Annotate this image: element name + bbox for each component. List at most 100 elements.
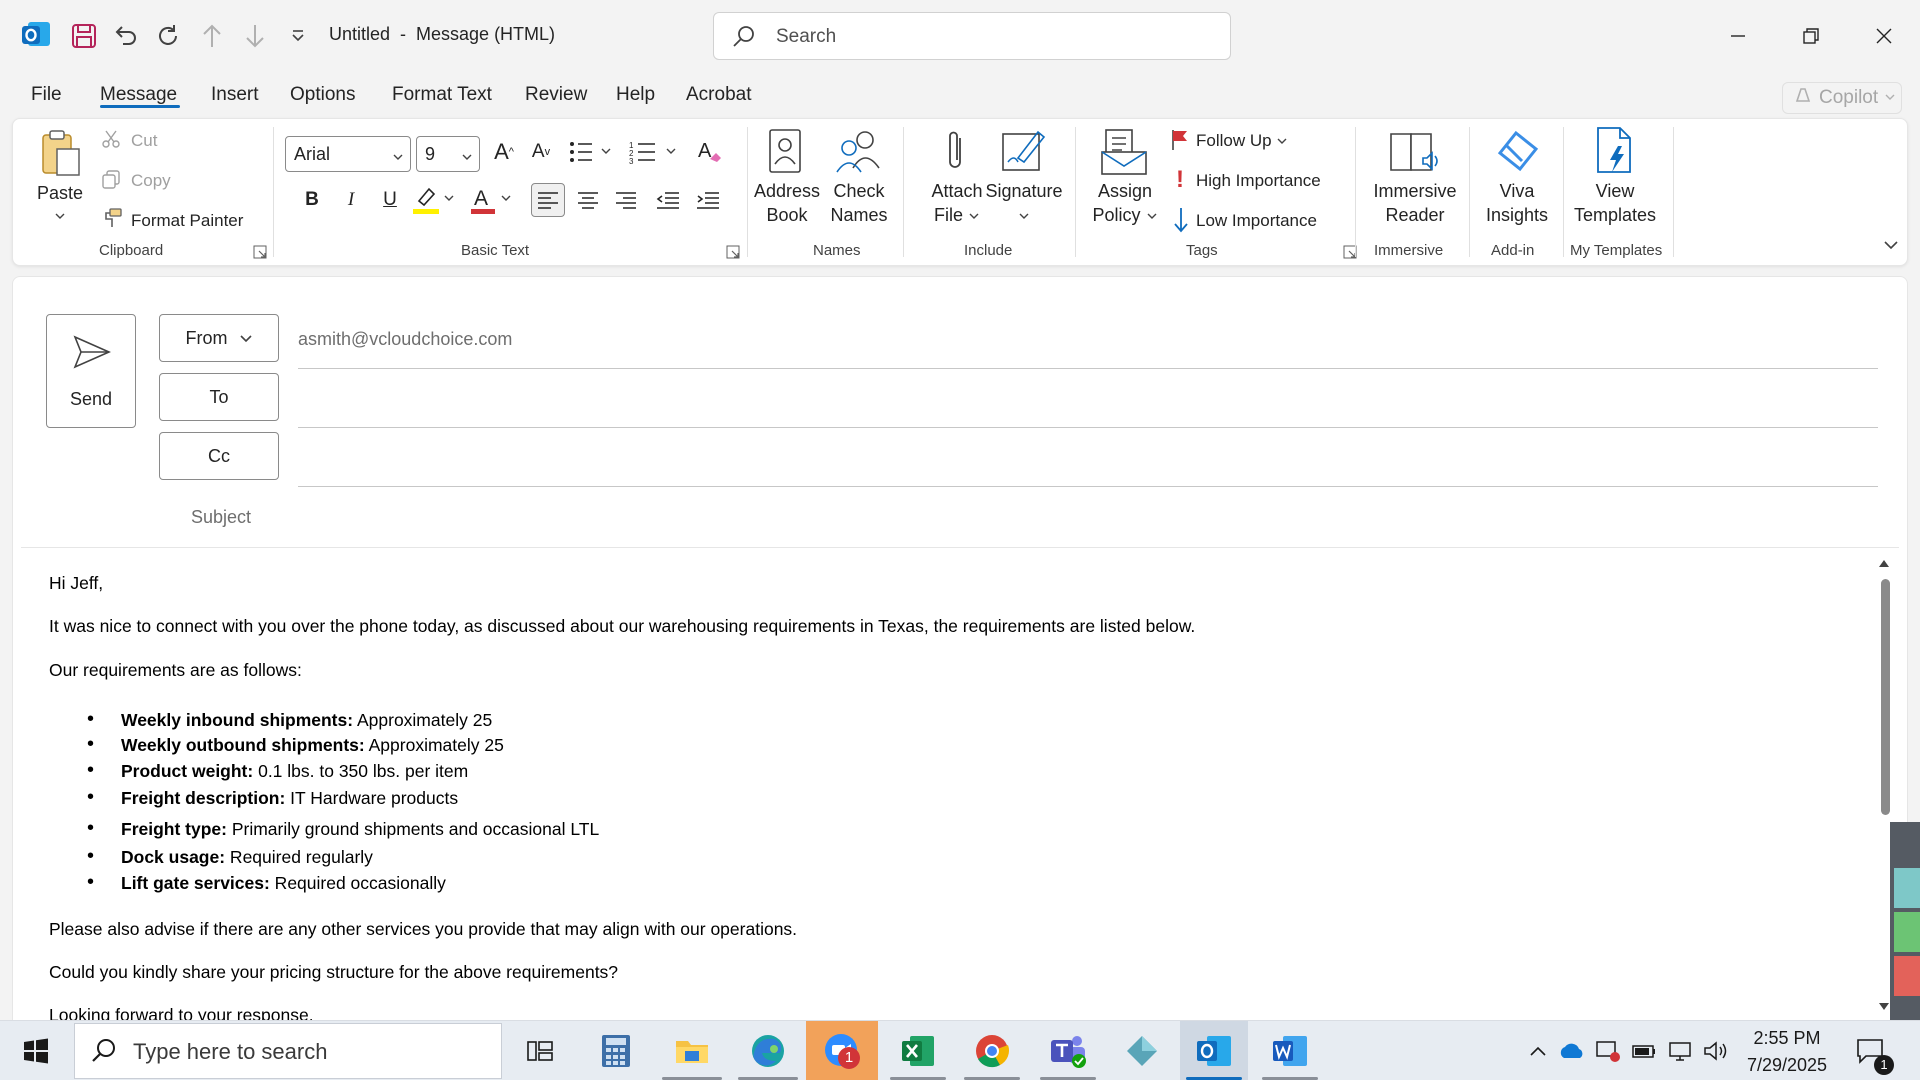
assign-policy-button[interactable]: Assign Policy [1087, 179, 1163, 227]
windows-start-icon[interactable] [14, 1029, 58, 1073]
viva-insights-button[interactable]: Viva Insights [1479, 179, 1555, 227]
save-icon[interactable] [68, 20, 100, 52]
copilot-button[interactable]: Copilot [1782, 82, 1902, 114]
scrollbar-thumb[interactable] [1881, 579, 1890, 815]
app-gem-icon[interactable] [1120, 1029, 1164, 1073]
high-importance-button[interactable]: High Importance [1196, 171, 1321, 191]
group-label-basic-text: Basic Text [461, 242, 530, 259]
volume-icon[interactable] [1702, 1037, 1730, 1065]
align-left-button[interactable] [531, 183, 565, 217]
tab-acrobat[interactable]: Acrobat [686, 84, 751, 106]
minimize-button[interactable] [1720, 18, 1756, 54]
view-templates-button[interactable]: View Templates [1569, 179, 1661, 227]
tab-review[interactable]: Review [525, 84, 587, 106]
chevron-down-icon[interactable] [53, 209, 67, 223]
battery-icon[interactable] [1630, 1037, 1658, 1065]
to-button[interactable]: To [159, 373, 279, 421]
numbering-button[interactable]: 123 [629, 137, 681, 167]
immersive-reader-label-1: Immersive [1373, 181, 1457, 201]
redo-icon[interactable] [153, 20, 185, 52]
address-book-button[interactable]: Address Book [751, 179, 823, 227]
group-label-immersive: Immersive [1374, 242, 1444, 259]
signature-button[interactable]: Signature [981, 179, 1067, 227]
word-icon[interactable] [1268, 1029, 1312, 1073]
task-view-icon[interactable] [518, 1029, 562, 1073]
follow-up-button[interactable]: Follow Up [1196, 131, 1288, 151]
dialog-launcher-icon[interactable] [253, 245, 267, 259]
chevron-down-icon [1146, 205, 1158, 225]
tab-insert[interactable]: Insert [211, 84, 259, 106]
cut-button[interactable]: Cut [131, 131, 157, 151]
shrink-font-button[interactable]: Av [526, 137, 556, 167]
align-right-button[interactable] [611, 185, 641, 215]
file-explorer-icon[interactable] [670, 1029, 714, 1073]
show-hidden-icons-chevron-icon[interactable] [1524, 1037, 1552, 1065]
format-painter-button[interactable]: Format Painter [131, 211, 243, 231]
dialog-launcher-icon[interactable] [726, 245, 740, 259]
cc-button[interactable]: Cc [159, 432, 279, 480]
svg-text:A: A [698, 140, 712, 162]
to-input[interactable] [298, 375, 1878, 423]
system-clock[interactable]: 2:55 PM 7/29/2025 [1732, 1025, 1842, 1079]
customize-quick-access-icon[interactable] [282, 20, 314, 52]
cc-input[interactable] [298, 434, 1878, 482]
subject-input[interactable] [298, 497, 1878, 541]
tab-format-text[interactable]: Format Text [392, 84, 492, 106]
shrink-font-glyph: A [531, 141, 545, 162]
taskbar-search-placeholder: Type here to search [133, 1039, 328, 1064]
search-box[interactable]: Search [713, 12, 1231, 60]
font-size-dropdown[interactable]: 9 [416, 136, 480, 172]
decrease-indent-button[interactable] [653, 185, 683, 215]
font-name-dropdown[interactable]: Arial [285, 136, 411, 172]
cut-icon [101, 129, 121, 149]
low-importance-button[interactable]: Low Importance [1196, 211, 1317, 231]
increase-indent-button[interactable] [693, 185, 723, 215]
teams-icon[interactable] [1046, 1029, 1090, 1073]
underline-button[interactable]: U [377, 187, 403, 213]
cc-field-underline [298, 486, 1878, 487]
onedrive-icon[interactable] [1558, 1037, 1586, 1065]
tab-help[interactable]: Help [616, 84, 655, 106]
align-center-button[interactable] [573, 185, 603, 215]
outlook-taskbar-icon[interactable] [1192, 1029, 1236, 1073]
calculator-icon[interactable] [594, 1029, 638, 1073]
ribbon-tabs: File Message Insert Options Format Text … [0, 78, 1920, 118]
list-item-label: Weekly inbound shipments: [121, 710, 354, 730]
network-icon[interactable] [1666, 1037, 1694, 1065]
arrow-down-icon[interactable] [239, 20, 271, 52]
paste-button[interactable]: Paste [35, 181, 85, 205]
grow-font-button[interactable]: A ^ [489, 137, 519, 167]
highlight-color-button[interactable] [411, 185, 457, 215]
excel-icon[interactable] [896, 1029, 940, 1073]
close-button[interactable] [1866, 18, 1902, 54]
chrome-icon[interactable] [970, 1029, 1014, 1073]
edge-browser-icon[interactable] [746, 1029, 790, 1073]
advise-text: Please also advise if there are any othe… [49, 919, 798, 939]
ribbon-expand-chevron-icon[interactable] [1881, 235, 1901, 255]
undo-icon[interactable] [110, 20, 142, 52]
taskbar-search-box[interactable]: Type here to search [74, 1023, 502, 1079]
side-tab-red[interactable] [1894, 956, 1920, 996]
font-color-button[interactable]: A [468, 185, 514, 215]
check-names-button[interactable]: Check Names [825, 179, 893, 227]
copy-button[interactable]: Copy [131, 171, 171, 191]
paste-icon[interactable] [39, 127, 83, 179]
immersive-reader-button[interactable]: Immersive Reader [1367, 179, 1463, 227]
tab-message[interactable]: Message [100, 84, 177, 106]
bold-button[interactable]: B [299, 187, 325, 213]
restore-button[interactable] [1793, 18, 1829, 54]
tab-options[interactable]: Options [290, 84, 355, 106]
send-button[interactable]: Send [46, 314, 136, 428]
message-body[interactable]: Hi Jeff, It was nice to connect with you… [37, 562, 1877, 1032]
send-label: Send [69, 389, 113, 409]
clear-formatting-icon[interactable]: A [695, 135, 725, 167]
bullets-button[interactable] [568, 137, 616, 167]
italic-button[interactable]: I [338, 187, 364, 213]
from-button[interactable]: From [159, 314, 279, 362]
svg-text:A: A [474, 187, 488, 210]
security-status-icon[interactable] [1594, 1037, 1622, 1065]
tab-file[interactable]: File [31, 84, 62, 106]
side-tab-green[interactable] [1894, 912, 1920, 952]
arrow-up-icon[interactable] [196, 20, 228, 52]
side-tab-teal[interactable] [1894, 868, 1920, 908]
